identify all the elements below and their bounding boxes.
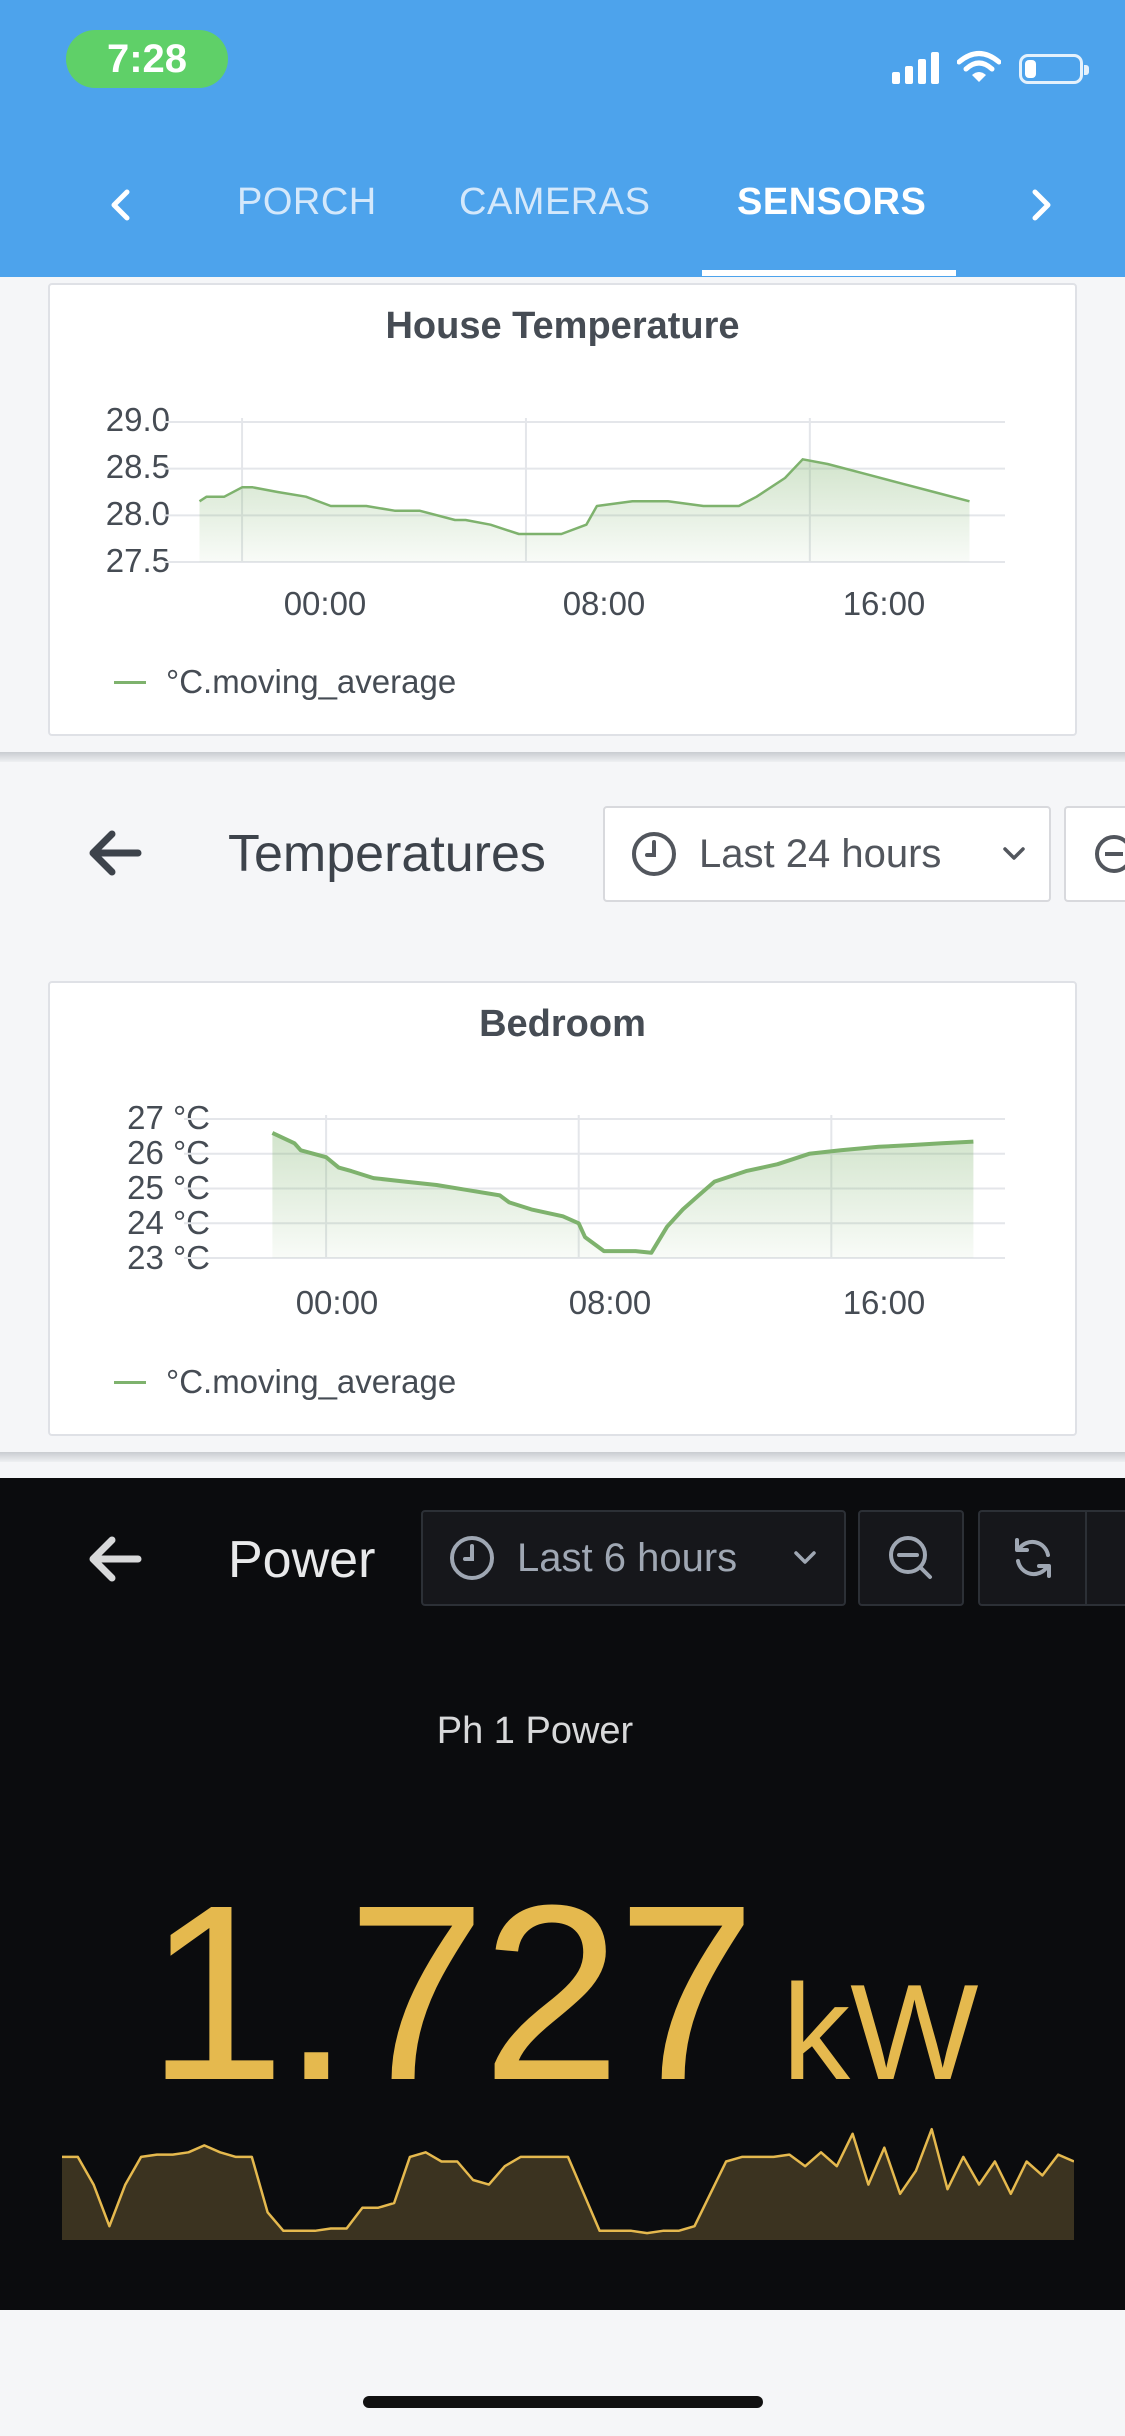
chevron-down-icon [1003,847,1025,860]
back-arrow-icon[interactable] [80,1524,150,1594]
legend-swatch [114,1380,146,1384]
tab-cameras[interactable]: CAMERAS [459,150,650,255]
power-sparkline [62,2127,1074,2240]
chevron-left-icon[interactable] [96,180,146,230]
x-tick: 08:00 [562,585,646,622]
active-tab-indicator [702,270,956,276]
x-tick: 16:00 [842,585,926,622]
house-temperature-panel: House Temperature 29.0 28.5 28.0 27.5 00… [48,283,1077,736]
x-tick: 16:00 [842,1284,926,1321]
cellular-signal-icon [892,50,939,84]
temperatures-dashboard-header: Temperatures Last 24 hours [0,768,1125,938]
zoom-out-button[interactable] [858,1510,964,1606]
x-tick: 08:00 [568,1284,652,1321]
panel-title: Ph 1 Power [436,1710,634,1752]
power-unit: kW [782,1956,979,2108]
zoom-out-icon [1095,835,1125,873]
legend-label: °C.moving_average [166,1363,457,1400]
legend-swatch [114,680,146,684]
power-dashboard: Power Last 6 hours Ph 1 Power 1.727 kW [0,1478,1125,2310]
home-indicator [363,2396,763,2408]
chart-legend[interactable]: °C.moving_average [114,1363,456,1401]
battery-icon [1019,54,1089,84]
app-header: 7:28 PORCH CAMERAS SENSORS [0,0,1125,277]
time-range-label: Last 6 hours [517,1535,738,1580]
dashboard-title: Temperatures [228,825,546,883]
divider [0,1452,1125,1462]
tab-porch[interactable]: PORCH [237,150,377,255]
chart-legend[interactable]: °C.moving_average [114,663,456,701]
x-tick: 00:00 [283,585,367,622]
divider [0,752,1125,762]
sparkline-area [62,2129,1074,2240]
refresh-icon [1015,1538,1051,1578]
power-value: 1.727 [146,1853,757,2132]
wifi-icon [957,51,1001,82]
time-range-picker[interactable]: Last 6 hours [421,1510,846,1606]
dashboard-title: Power [228,1531,376,1589]
zoom-out-button[interactable] [1064,806,1125,902]
clock-icon [450,1536,494,1580]
status-icons [892,44,1089,84]
status-time: 7:28 [66,30,228,88]
time-range-picker[interactable]: Last 24 hours [603,806,1051,902]
button-divider [1085,1512,1087,1604]
tab-sensors[interactable]: SENSORS [737,150,926,255]
back-arrow-icon[interactable] [80,818,150,888]
chevron-down-icon [794,1551,816,1564]
refresh-button[interactable] [978,1510,1125,1606]
chevron-right-icon[interactable] [1016,180,1066,230]
bedroom-panel: Bedroom 27 °C 26 °C 25 °C 24 °C 23 °C 00… [48,981,1077,1436]
legend-label: °C.moving_average [166,663,457,700]
battery-level [1025,60,1036,78]
zoom-out-icon [889,1536,932,1579]
tab-bar: PORCH CAMERAS SENSORS [0,150,1125,277]
x-tick: 00:00 [295,1284,379,1321]
series-area [272,1132,974,1258]
time-range-label: Last 24 hours [699,831,942,876]
series-area [199,459,970,562]
clock-icon [632,832,676,876]
